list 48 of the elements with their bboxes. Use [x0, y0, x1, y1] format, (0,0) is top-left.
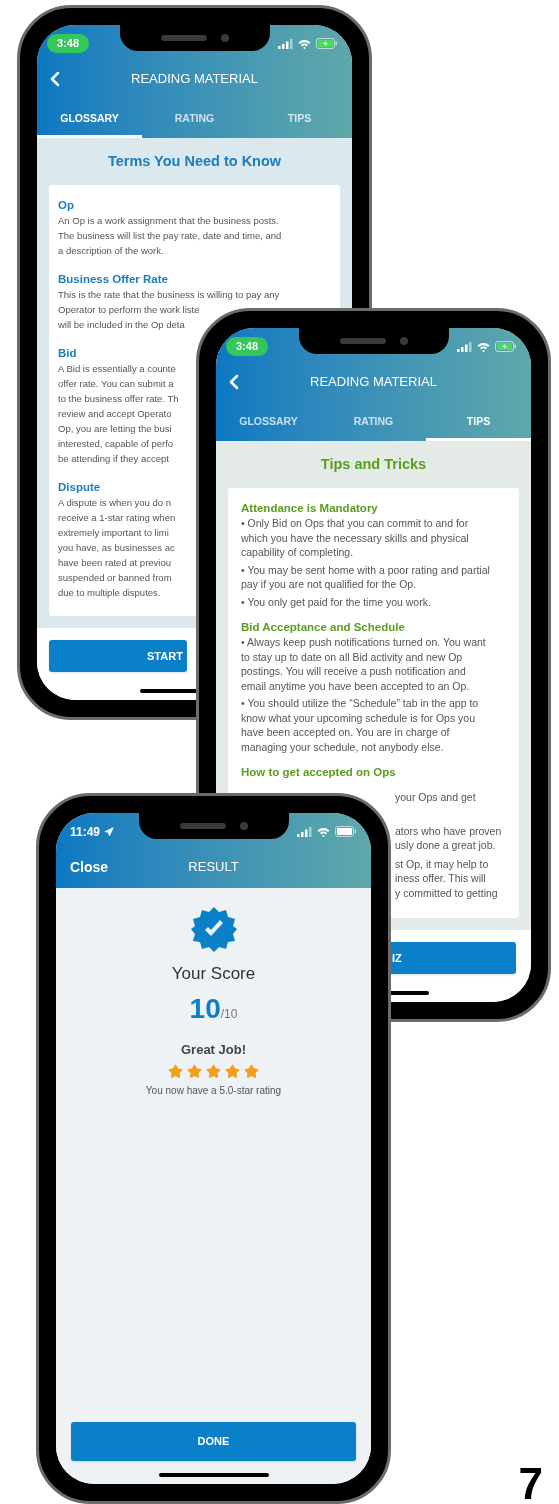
signal-icon: [297, 826, 312, 837]
term-title: Dispute: [58, 480, 101, 495]
tab[interactable]: RATING: [142, 100, 247, 138]
wifi-icon: [298, 38, 311, 49]
start-button[interactable]: START: [49, 640, 187, 672]
screen-title: RESULT: [188, 858, 239, 877]
score-total: /10: [220, 1007, 238, 1023]
status-time: 3:48: [47, 34, 90, 53]
tab[interactable]: TIPS: [247, 100, 352, 138]
paragraph: your Ops and get: [395, 790, 476, 805]
page-number: 7: [518, 1464, 543, 1504]
status-time: 3:48: [226, 337, 269, 356]
paragraph: A Bid is essentially a counte offer rate. You can submit a to the business offer rate. Th review and accept Operato Op, you are letting the busi interested, capable of perfo be attending if they accept: [58, 362, 179, 466]
paragraph: • You should utilize the “Schedule” tab in the app to know what your upcoming schedule is for Ops you have been accepted on. You are in charge of managing your schedule, not anybody else.: [241, 696, 479, 754]
done-button[interactable]: DONE: [71, 1422, 356, 1461]
tab[interactable]: RATING: [321, 403, 426, 441]
signal-icon: [278, 38, 293, 49]
paragraph: st Op, it may help to iness offer. This will y committed to getting: [395, 856, 498, 900]
status-time: 11:49: [69, 823, 101, 841]
screen-title: READING MATERIAL: [310, 373, 437, 392]
term-title: Op: [58, 198, 74, 213]
verified-badge-icon: [190, 906, 237, 952]
screen-title: READING MATERIAL: [131, 70, 258, 89]
score-value: 10: [189, 993, 221, 1025]
term-title: Bid Acceptance and Schedule: [241, 620, 405, 635]
paragraph: This is the rate that the business is willing to pay any Operator to perform the work liste will be included in the Op deta: [58, 288, 280, 332]
tab[interactable]: GLOSSARY: [216, 403, 321, 441]
paragraph: • You only get paid for the time you work.: [241, 594, 431, 609]
section-heading: Terms You Need to Know: [107, 151, 282, 171]
wifi-icon: [477, 341, 490, 352]
term-title: How to get accepted on Ops: [241, 765, 396, 780]
rating-note: You now have a 5.0-star rating: [145, 1084, 282, 1098]
close-button[interactable]: Close: [70, 856, 109, 878]
paragraph: ators who have proven usly done a great job.: [395, 823, 502, 853]
term-title: Business Offer Rate: [58, 272, 168, 287]
paragraph: A dispute is when you do n receive a 1-star rating when extremely important to limi you have, as businesses ac have been rated at previou suspended or banned from due to multiple disputes.: [58, 496, 176, 600]
wifi-icon: [317, 826, 330, 837]
paragraph: • Only Bid on Ops that you can commit to and for which you have the necessary skills and physical capability of completing.: [241, 516, 469, 560]
term-title: Attendance is Mandatory: [241, 501, 378, 516]
paragraph: • Always keep push notifications turned on. You want to stay up to date on all Bid activity and new Op postings. You will receive a push notification and email anytime you have been accepted to an Op.: [241, 635, 486, 693]
praise-text: Great Job!: [181, 1041, 246, 1059]
paragraph: An Op is a work assignment that the business posts. The business will list the pay rate, date and time, and a description of the work.: [58, 214, 282, 258]
section-heading: Tips and Tricks: [320, 454, 427, 474]
start-button[interactable]: IZ: [388, 942, 516, 974]
score-title: Your Score: [171, 963, 256, 985]
term-title: Bid: [58, 346, 77, 361]
paragraph: • You may be sent home with a poor rating and partial pay if you are not qualified for the Op.: [241, 562, 490, 592]
signal-icon: [457, 341, 472, 352]
